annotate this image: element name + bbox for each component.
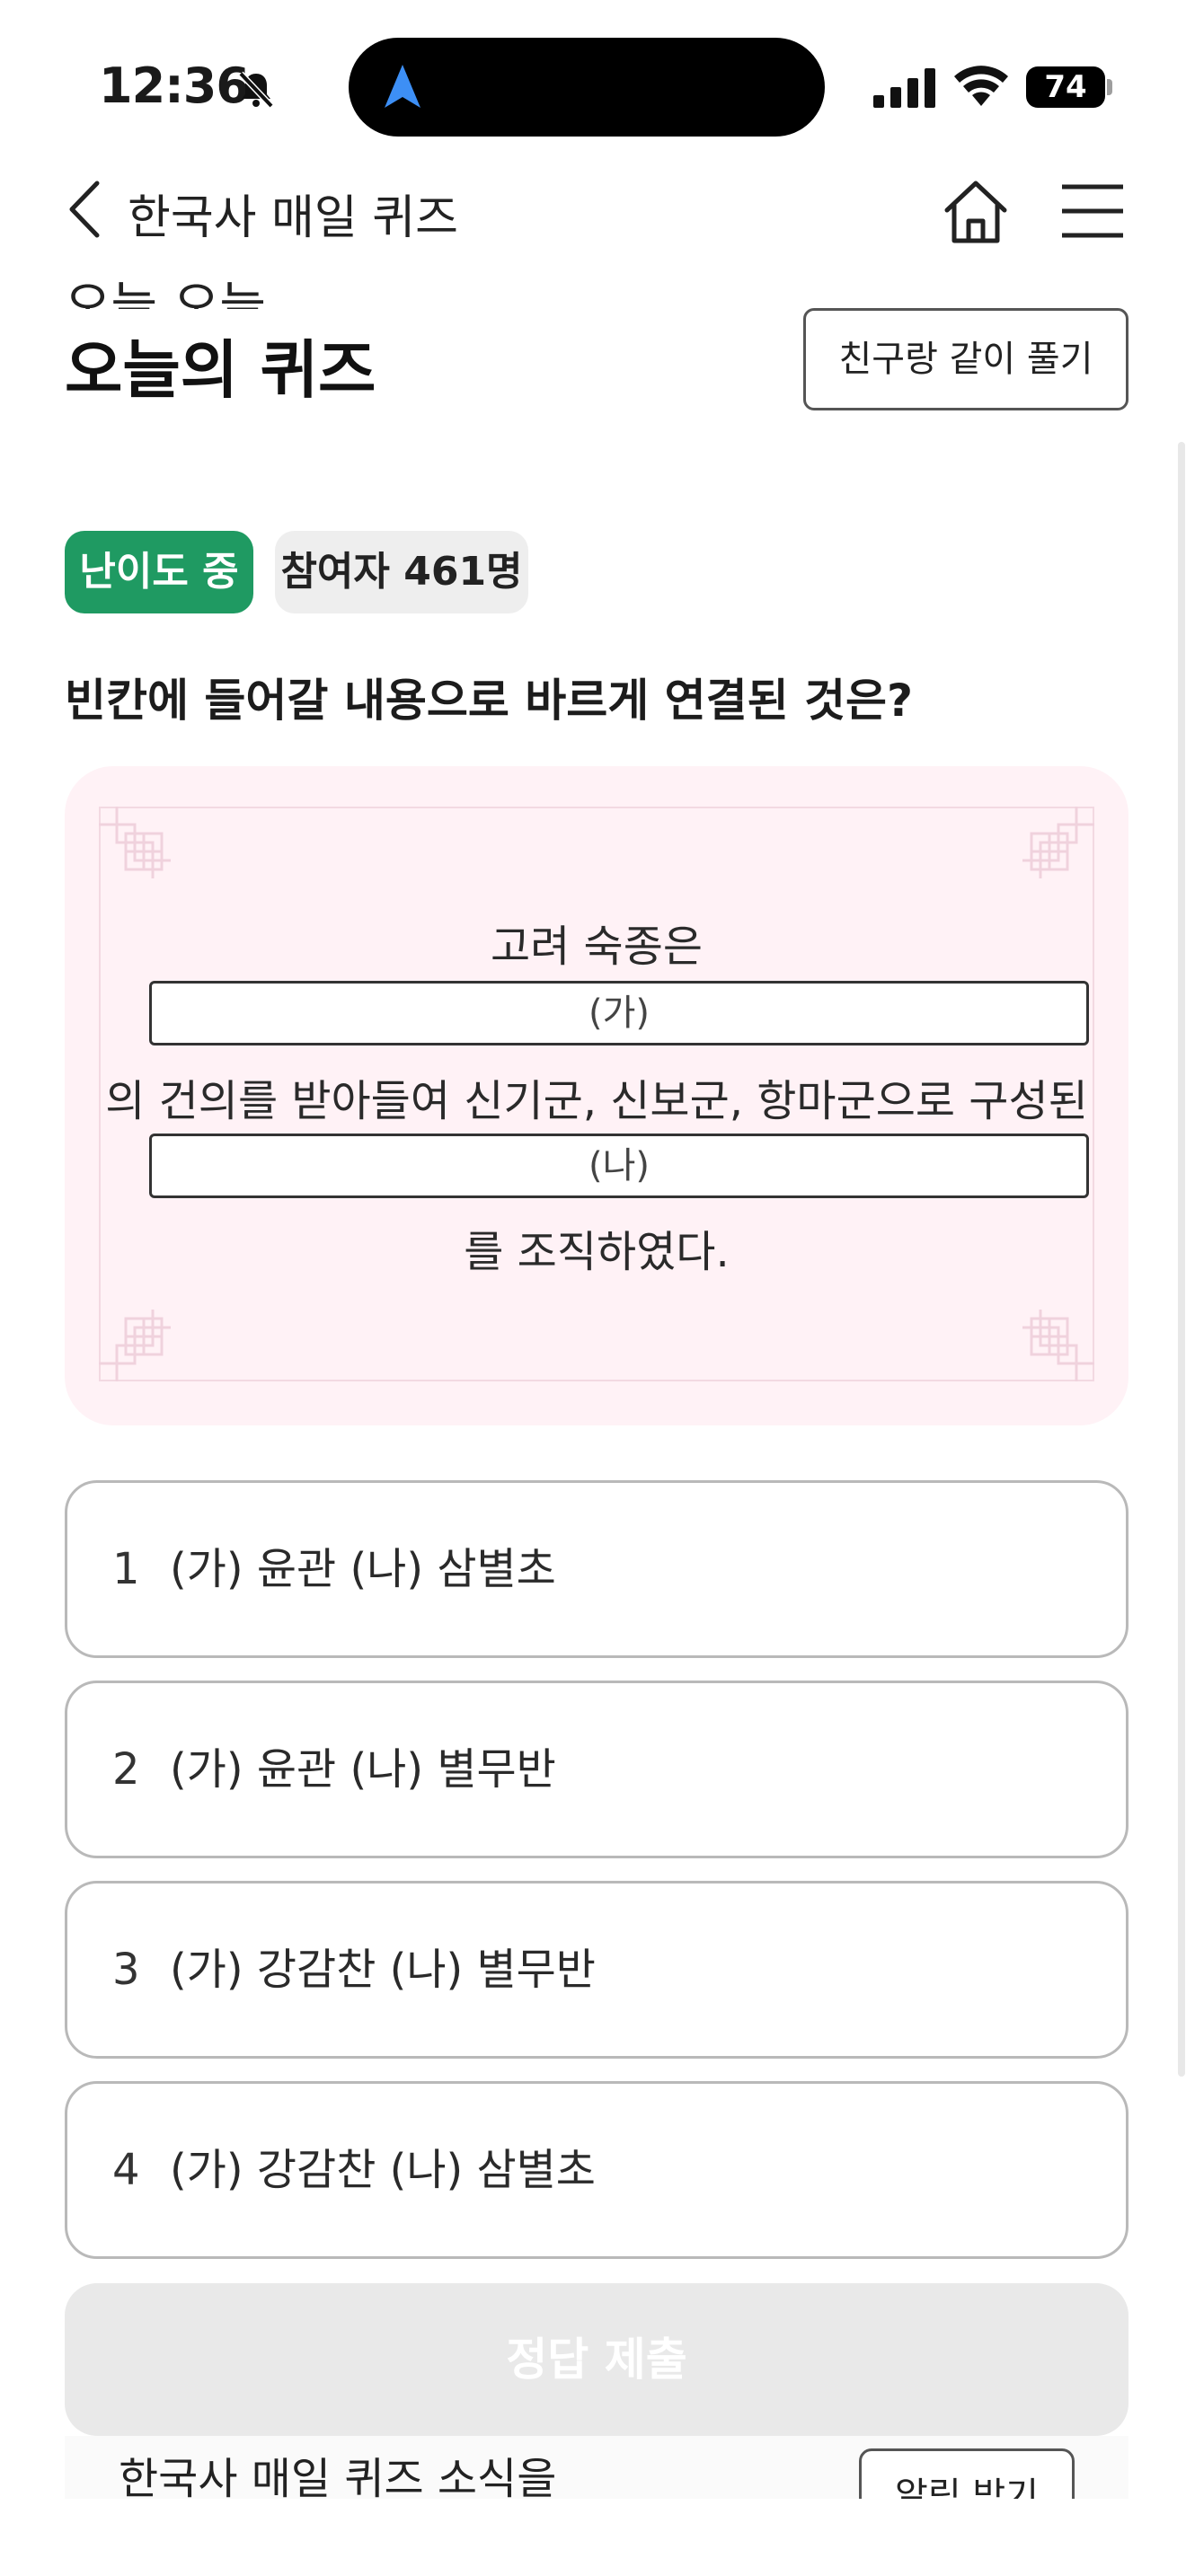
page-title: 오늘의 퀴즈 bbox=[65, 333, 376, 407]
option-number: 1 bbox=[112, 1544, 140, 1594]
navigation-arrow-icon bbox=[385, 65, 420, 108]
option-text: (가) 강감찬 (나) 삼별초 bbox=[170, 2145, 596, 2195]
partial-heading: 오늘 오늘 bbox=[65, 278, 266, 309]
blank-box-a: (가) bbox=[149, 981, 1089, 1045]
option-text: (가) 윤관 (나) 별무반 bbox=[170, 1744, 556, 1795]
option-text: (가) 윤관 (나) 삼별초 bbox=[170, 1544, 556, 1594]
banner-text: 한국사 매일 퀴즈 소식을 bbox=[119, 2454, 557, 2504]
difficulty-badge: 난이도 중 bbox=[65, 531, 253, 613]
passage-line: 고려 숙종은 bbox=[490, 922, 704, 972]
home-icon[interactable] bbox=[940, 176, 1012, 248]
answer-option[interactable]: 1 (가) 윤관 (나) 삼별초 bbox=[65, 1480, 1128, 1658]
passage-line: 의 건의를 받아들여 신기군, 신보군, 항마군으로 구성된 bbox=[105, 1076, 1088, 1126]
option-text: (가) 강감찬 (나) 별무반 bbox=[170, 1945, 596, 1995]
answer-option[interactable]: 3 (가) 강감찬 (나) 별무반 bbox=[65, 1881, 1128, 2059]
option-number: 3 bbox=[112, 1945, 140, 1995]
option-number: 4 bbox=[112, 2145, 140, 2195]
scrollbar[interactable] bbox=[1178, 442, 1185, 2077]
answer-option[interactable]: 2 (가) 윤관 (나) 별무반 bbox=[65, 1681, 1128, 1858]
solve-with-friend-button[interactable]: 친구랑 같이 풀기 bbox=[803, 308, 1128, 410]
wifi-icon bbox=[954, 66, 1008, 106]
blank-box-b: (나) bbox=[149, 1134, 1089, 1198]
signal-icon bbox=[873, 68, 935, 108]
status-bar: 12:36 74 bbox=[0, 0, 1186, 153]
corner-ornament-icon bbox=[99, 807, 171, 878]
menu-icon[interactable] bbox=[1060, 183, 1125, 239]
participants-badge: 참여자 461명 bbox=[275, 531, 528, 613]
status-time: 12:36 bbox=[99, 57, 250, 114]
bell-slash-icon bbox=[238, 71, 274, 109]
battery-icon: 74 bbox=[1026, 66, 1112, 108]
header-title: 한국사 매일 퀴즈 bbox=[128, 191, 458, 245]
answer-option[interactable]: 4 (가) 강감찬 (나) 삼별초 bbox=[65, 2081, 1128, 2259]
corner-ornament-icon bbox=[1022, 1310, 1094, 1381]
corner-ornament-icon bbox=[99, 1310, 171, 1381]
battery-level: 74 bbox=[1044, 69, 1087, 105]
submit-answer-button[interactable]: 정답 제출 bbox=[65, 2283, 1128, 2436]
screen-bottom bbox=[0, 2499, 1186, 2576]
option-number: 2 bbox=[112, 1744, 140, 1795]
back-chevron-icon[interactable] bbox=[65, 178, 104, 241]
question-text: 빈칸에 들어갈 내용으로 바르게 연결된 것은? bbox=[65, 675, 914, 727]
corner-ornament-icon bbox=[1022, 807, 1094, 878]
passage-line: 를 조직하였다. bbox=[464, 1227, 730, 1277]
